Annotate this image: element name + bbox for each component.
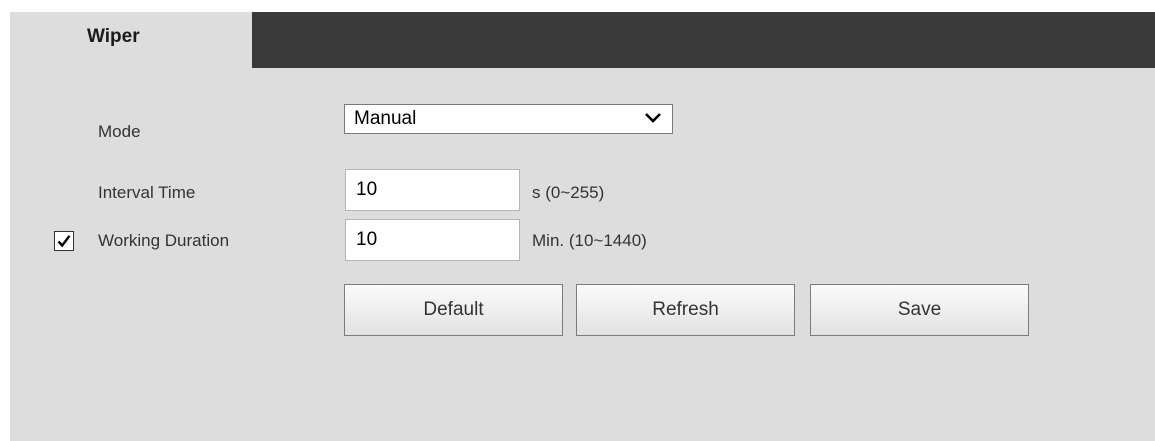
working-duration-input[interactable]: 10 — [345, 219, 520, 261]
interval-time-range-hint: s (0~255) — [532, 183, 605, 202]
chevron-down-icon — [644, 110, 662, 126]
refresh-button[interactable]: Refresh — [576, 284, 795, 336]
tab-wiper[interactable]: Wiper — [10, 12, 252, 68]
mode-label: Mode — [98, 122, 141, 141]
working-duration-range-hint: Min. (10~1440) — [532, 231, 647, 250]
mode-select[interactable]: Manual — [344, 104, 673, 134]
checkmark-icon — [57, 235, 71, 248]
default-button[interactable]: Default — [344, 284, 563, 336]
save-button[interactable]: Save — [810, 284, 1029, 336]
tab-bar: Wiper — [10, 12, 1155, 68]
wiper-settings-panel: Wiper — [10, 12, 1155, 441]
mode-selected-value: Manual — [354, 108, 417, 129]
working-duration-checkbox[interactable] — [54, 231, 74, 251]
working-duration-label: Working Duration — [98, 231, 230, 250]
interval-time-input[interactable]: 10 — [345, 169, 520, 211]
interval-time-label: Interval Time — [98, 183, 196, 202]
